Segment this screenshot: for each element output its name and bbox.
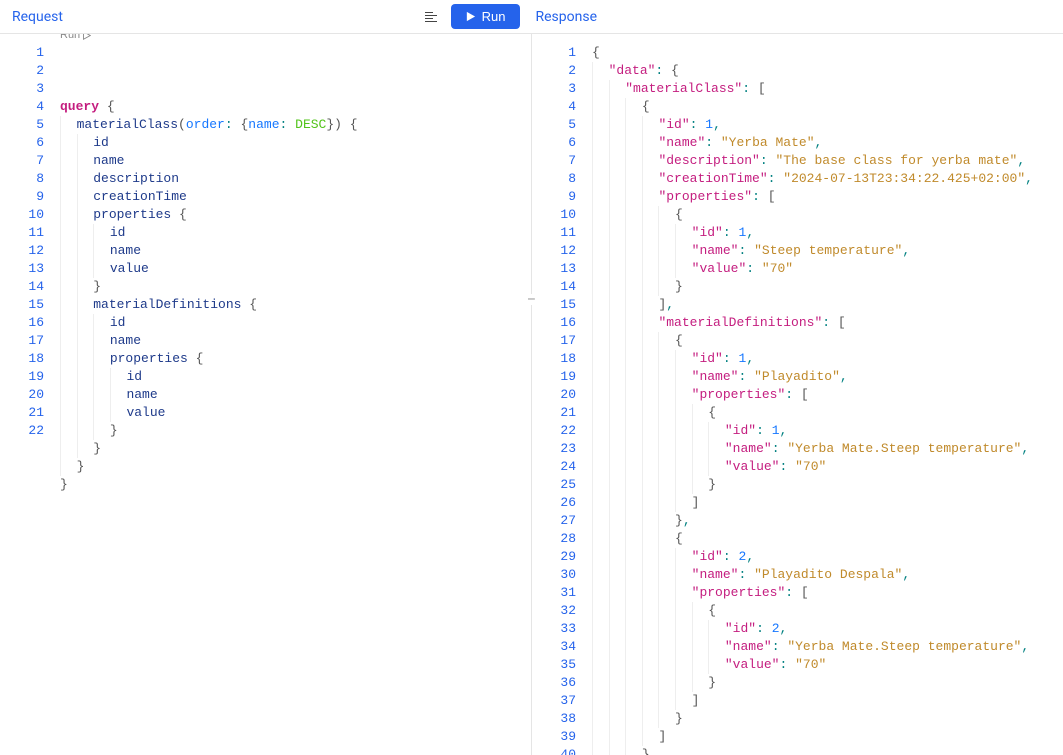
line-number: 30 bbox=[532, 566, 576, 584]
line-number: 24 bbox=[532, 458, 576, 476]
line-number: 18 bbox=[532, 350, 576, 368]
request-pane: 12345678910111213141516171819202122 Run … bbox=[0, 34, 531, 755]
line-number: 21 bbox=[532, 404, 576, 422]
line-number: 12 bbox=[532, 242, 576, 260]
line-number: 2 bbox=[532, 62, 576, 80]
line-number: 36 bbox=[532, 674, 576, 692]
line-number: 19 bbox=[0, 368, 44, 386]
request-line-gutter: 12345678910111213141516171819202122 bbox=[0, 34, 60, 755]
line-number: 15 bbox=[0, 296, 44, 314]
line-number: 17 bbox=[0, 332, 44, 350]
line-number: 6 bbox=[0, 134, 44, 152]
header-bar: Request Run Response bbox=[0, 0, 1063, 34]
response-tab[interactable]: Response bbox=[536, 9, 598, 25]
line-number: 20 bbox=[532, 386, 576, 404]
line-number: 10 bbox=[532, 206, 576, 224]
line-number: 22 bbox=[532, 422, 576, 440]
run-button[interactable]: Run bbox=[451, 4, 520, 29]
line-number: 5 bbox=[532, 116, 576, 134]
run-button-label: Run bbox=[482, 9, 506, 24]
line-number: 1 bbox=[0, 44, 44, 62]
line-number: 14 bbox=[532, 278, 576, 296]
line-number: 28 bbox=[532, 530, 576, 548]
format-icon[interactable] bbox=[419, 5, 443, 29]
line-number: 37 bbox=[532, 692, 576, 710]
play-icon bbox=[465, 11, 476, 22]
line-number: 40 bbox=[532, 746, 576, 755]
line-number: 9 bbox=[0, 188, 44, 206]
line-number: 15 bbox=[532, 296, 576, 314]
line-number: 33 bbox=[532, 620, 576, 638]
line-number: 16 bbox=[532, 314, 576, 332]
line-number: 8 bbox=[0, 170, 44, 188]
line-number: 17 bbox=[532, 332, 576, 350]
header-right: Response bbox=[528, 9, 1052, 25]
line-number: 32 bbox=[532, 602, 576, 620]
line-number: 9 bbox=[532, 188, 576, 206]
line-number: 2 bbox=[0, 62, 44, 80]
line-number: 39 bbox=[532, 728, 576, 746]
run-hint[interactable]: Run bbox=[60, 34, 91, 44]
line-number: 3 bbox=[0, 80, 44, 98]
line-number: 34 bbox=[532, 638, 576, 656]
line-number: 11 bbox=[532, 224, 576, 242]
split-panes: 12345678910111213141516171819202122 Run … bbox=[0, 34, 1063, 755]
line-number: 21 bbox=[0, 404, 44, 422]
line-number: 38 bbox=[532, 710, 576, 728]
line-number: 6 bbox=[532, 134, 576, 152]
header-left: Request Run bbox=[12, 4, 528, 29]
line-number: 13 bbox=[532, 260, 576, 278]
line-number: 25 bbox=[532, 476, 576, 494]
line-number: 31 bbox=[532, 584, 576, 602]
line-number: 12 bbox=[0, 242, 44, 260]
play-small-icon bbox=[82, 34, 91, 40]
line-number: 18 bbox=[0, 350, 44, 368]
line-number: 16 bbox=[0, 314, 44, 332]
line-number: 4 bbox=[0, 98, 44, 116]
line-number: 3 bbox=[532, 80, 576, 98]
line-number: 23 bbox=[532, 440, 576, 458]
line-number: 11 bbox=[0, 224, 44, 242]
line-number: 19 bbox=[532, 368, 576, 386]
line-number: 8 bbox=[532, 170, 576, 188]
header-actions: Run bbox=[419, 4, 520, 29]
line-number: 29 bbox=[532, 548, 576, 566]
line-number: 26 bbox=[532, 494, 576, 512]
line-number: 1 bbox=[532, 44, 576, 62]
line-number: 7 bbox=[532, 152, 576, 170]
line-number: 4 bbox=[532, 98, 576, 116]
line-number: 10 bbox=[0, 206, 44, 224]
line-number: 35 bbox=[532, 656, 576, 674]
request-tab[interactable]: Request bbox=[12, 9, 63, 25]
request-editor[interactable]: Run query { materialClass(order: {name: … bbox=[60, 34, 531, 755]
response-viewer[interactable]: { "data": { "materialClass": [ { "id": 1… bbox=[592, 34, 1063, 755]
line-number: 14 bbox=[0, 278, 44, 296]
response-pane: 1234567891011121314151617181920212223242… bbox=[532, 34, 1063, 755]
response-line-gutter: 1234567891011121314151617181920212223242… bbox=[532, 34, 592, 755]
line-number: 27 bbox=[532, 512, 576, 530]
line-number: 5 bbox=[0, 116, 44, 134]
line-number: 22 bbox=[0, 422, 44, 440]
line-number: 20 bbox=[0, 386, 44, 404]
line-number: 7 bbox=[0, 152, 44, 170]
line-number: 13 bbox=[0, 260, 44, 278]
